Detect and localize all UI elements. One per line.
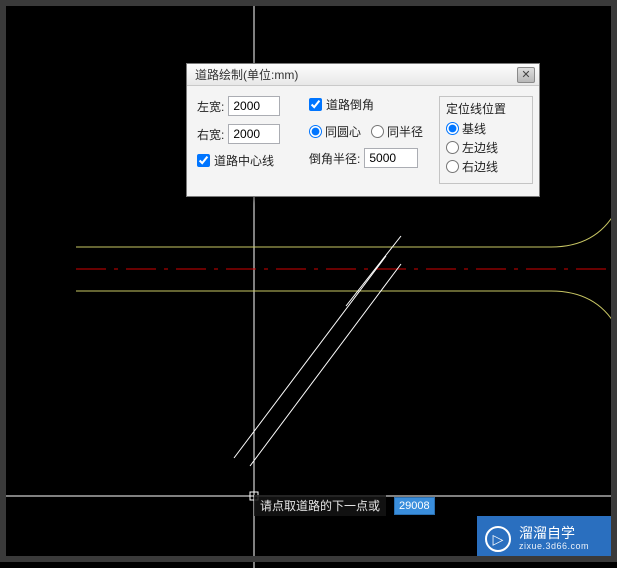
- right-width-label: 右宽:: [197, 126, 224, 143]
- cad-canvas[interactable]: 道路绘制(单位:mm) ✕ 左宽: 右宽: 道路中心线: [6, 6, 611, 556]
- radius-label: 倒角半径:: [309, 150, 360, 167]
- leftline-label: 左边线: [462, 139, 498, 156]
- locate-group-label: 定位线位置: [446, 100, 526, 117]
- centerline-label: 道路中心线: [214, 152, 274, 169]
- chamfer-label: 道路倒角: [326, 96, 374, 113]
- coord-readout: 29008: [394, 497, 435, 515]
- base-label: 基线: [462, 120, 486, 137]
- watermark-brand: 溜溜自学: [519, 526, 589, 541]
- same-radius-label: 同半径: [387, 123, 423, 140]
- leftline-radio[interactable]: [446, 141, 459, 154]
- command-prompt: 请点取道路的下一点或 29008: [254, 495, 435, 516]
- close-icon: ✕: [521, 68, 530, 81]
- right-width-input[interactable]: [228, 124, 280, 144]
- concentric-label: 同圆心: [325, 123, 361, 140]
- road-draw-dialog: 道路绘制(单位:mm) ✕ 左宽: 右宽: 道路中心线: [186, 63, 540, 197]
- rightline-radio[interactable]: [446, 160, 459, 173]
- dialog-titlebar[interactable]: 道路绘制(单位:mm) ✕: [187, 64, 539, 86]
- close-button[interactable]: ✕: [517, 67, 535, 83]
- radius-input[interactable]: [364, 148, 418, 168]
- concentric-radio[interactable]: [309, 125, 322, 138]
- locate-fieldset: 定位线位置 基线 左边线 右边线: [439, 96, 533, 184]
- same-radius-radio[interactable]: [371, 125, 384, 138]
- left-width-label: 左宽:: [197, 98, 224, 115]
- left-width-input[interactable]: [228, 96, 280, 116]
- chamfer-checkbox[interactable]: [309, 98, 322, 111]
- watermark: ▷ 溜溜自学 zixue.3d66.com: [477, 516, 617, 562]
- dialog-title: 道路绘制(单位:mm): [195, 66, 298, 83]
- base-radio[interactable]: [446, 122, 459, 135]
- play-icon: ▷: [485, 526, 511, 552]
- rightline-label: 右边线: [462, 158, 498, 175]
- centerline-checkbox[interactable]: [197, 154, 210, 167]
- watermark-url: zixue.3d66.com: [519, 542, 589, 552]
- prompt-text: 请点取道路的下一点或: [254, 495, 386, 516]
